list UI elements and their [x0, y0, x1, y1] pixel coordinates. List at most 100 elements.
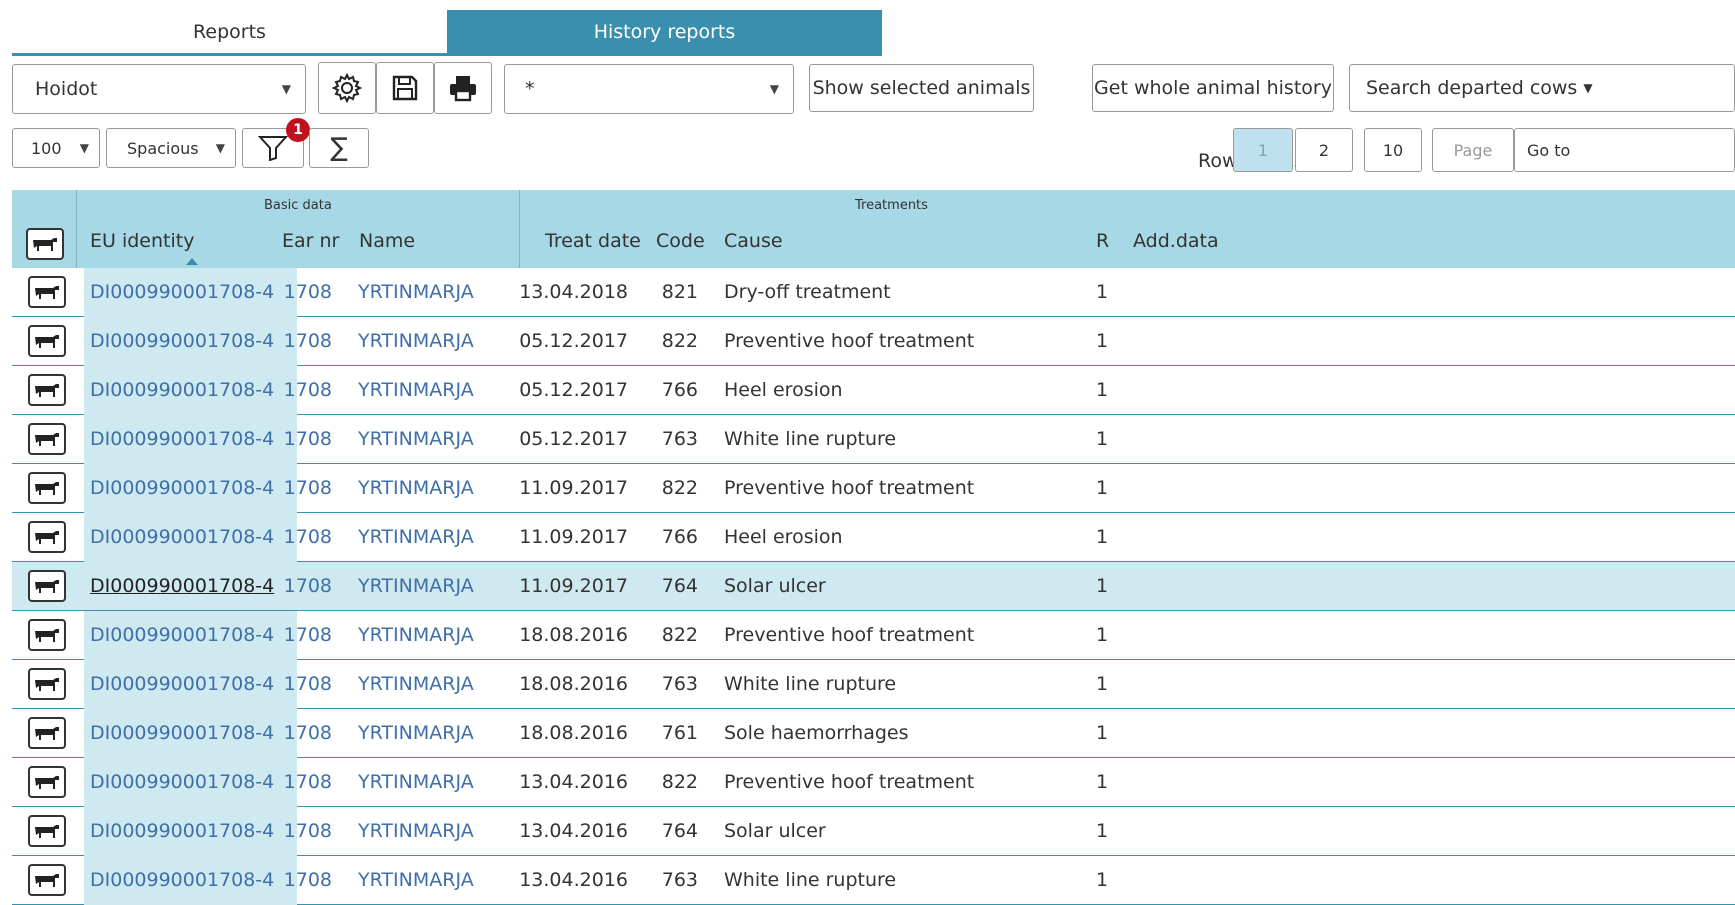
cell-code: 764 — [661, 575, 698, 597]
cell-ear-nr[interactable]: 1708 — [274, 758, 332, 806]
page-button-2[interactable]: 2 — [1295, 128, 1353, 172]
row-cow-button[interactable] — [28, 668, 66, 700]
column-cause[interactable]: Cause — [724, 230, 783, 252]
tab-reports[interactable]: Reports — [12, 10, 447, 53]
cell-eu-identity[interactable]: DI000990001708-4 — [90, 660, 274, 708]
density-select[interactable]: Spacious ▼ — [106, 128, 236, 168]
cell-name[interactable]: YRTINMARJA — [358, 562, 474, 610]
row-cow-button[interactable] — [28, 864, 66, 896]
cell-treat-date: 13.04.2018 — [519, 281, 628, 303]
column-add-data[interactable]: Add.data — [1133, 230, 1219, 252]
row-cow-button[interactable] — [28, 325, 66, 357]
table-row[interactable]: DI000990001708-4 1708 YRTINMARJA 05.12.2017… — [12, 415, 1735, 464]
print-button[interactable] — [434, 62, 492, 114]
page-number-input[interactable]: Page — [1432, 128, 1514, 172]
cell-name[interactable]: YRTINMARJA — [358, 856, 474, 904]
cell-ear-nr[interactable]: 1708 — [274, 562, 332, 610]
cell-eu-identity[interactable]: DI000990001708-4 — [90, 317, 274, 365]
get-whole-history-button[interactable]: Get whole animal history — [1092, 64, 1334, 112]
filter-count-badge: 1 — [286, 118, 310, 142]
cell-ear-nr[interactable]: 1708 — [274, 807, 332, 855]
page-size-select[interactable]: 100 ▼ — [12, 128, 100, 168]
cell-name[interactable]: YRTINMARJA — [358, 660, 474, 708]
table-row[interactable]: DI000990001708-4 1708 YRTINMARJA 18.08.2016… — [12, 660, 1735, 709]
sum-button[interactable]: ∑ — [309, 128, 369, 168]
cell-eu-identity[interactable]: DI000990001708-4 — [90, 562, 274, 610]
row-cow-button[interactable] — [28, 766, 66, 798]
cell-name[interactable]: YRTINMARJA — [358, 513, 474, 561]
cell-eu-identity[interactable]: DI000990001708-4 — [90, 611, 274, 659]
cell-eu-identity[interactable]: DI000990001708-4 — [90, 709, 274, 757]
cell-name[interactable]: YRTINMARJA — [358, 415, 474, 463]
row-cow-button[interactable] — [28, 570, 66, 602]
header-divider — [519, 190, 520, 268]
page-button-10[interactable]: 10 — [1364, 128, 1422, 172]
cell-name[interactable]: YRTINMARJA — [358, 366, 474, 414]
cell-ear-nr[interactable]: 1708 — [274, 611, 332, 659]
row-cow-button[interactable] — [28, 472, 66, 504]
cell-name[interactable]: YRTINMARJA — [358, 758, 474, 806]
column-eu-identity[interactable]: EU identity — [90, 230, 194, 252]
cell-eu-identity[interactable]: DI000990001708-4 — [90, 856, 274, 904]
cell-name[interactable]: YRTINMARJA — [358, 317, 474, 365]
table-row[interactable]: DI000990001708-4 1708 YRTINMARJA 13.04.2016… — [12, 856, 1735, 905]
column-r[interactable]: R — [1096, 230, 1109, 252]
column-treat-date[interactable]: Treat date — [545, 230, 641, 252]
table-row[interactable]: DI000990001708-4 1708 YRTINMARJA 13.04.2018… — [12, 268, 1735, 317]
cow-icon — [35, 874, 59, 887]
column-name[interactable]: Name — [359, 230, 415, 252]
cell-ear-nr[interactable]: 1708 — [274, 709, 332, 757]
cell-ear-nr[interactable]: 1708 — [274, 513, 332, 561]
cell-name[interactable]: YRTINMARJA — [358, 807, 474, 855]
cell-eu-identity[interactable]: DI000990001708-4 — [90, 513, 274, 561]
cell-name[interactable]: YRTINMARJA — [358, 611, 474, 659]
column-ear-nr[interactable]: Ear nr — [282, 230, 339, 252]
table-row[interactable]: DI000990001708-4 1708 YRTINMARJA 18.08.2016… — [12, 611, 1735, 660]
cell-eu-identity[interactable]: DI000990001708-4 — [90, 366, 274, 414]
cell-eu-identity[interactable]: DI000990001708-4 — [90, 464, 274, 512]
column-code[interactable]: Code — [656, 230, 705, 252]
save-button[interactable] — [376, 62, 434, 114]
table-row[interactable]: DI000990001708-4 1708 YRTINMARJA 13.04.2016… — [12, 807, 1735, 856]
table-row[interactable]: DI000990001708-4 1708 YRTINMARJA 18.08.2016… — [12, 709, 1735, 758]
row-cow-button[interactable] — [28, 423, 66, 455]
row-cow-button[interactable] — [28, 276, 66, 308]
cell-eu-identity[interactable]: DI000990001708-4 — [90, 268, 274, 316]
cell-ear-nr[interactable]: 1708 — [274, 856, 332, 904]
table-row[interactable]: DI000990001708-4 1708 YRTINMARJA 11.09.2017… — [12, 513, 1735, 562]
table-row[interactable]: DI000990001708-4 1708 YRTINMARJA 11.09.2017… — [12, 464, 1735, 513]
sigma-icon: ∑ — [330, 133, 348, 163]
cell-ear-nr[interactable]: 1708 — [274, 268, 332, 316]
row-cow-button[interactable] — [28, 619, 66, 651]
cell-ear-nr[interactable]: 1708 — [274, 415, 332, 463]
page-button-1[interactable]: 1 — [1233, 128, 1293, 172]
search-departed-cows-button[interactable]: Search departed cows ▼ — [1349, 64, 1735, 112]
cell-name[interactable]: YRTINMARJA — [358, 464, 474, 512]
cell-name[interactable]: YRTINMARJA — [358, 268, 474, 316]
cell-ear-nr[interactable]: 1708 — [274, 317, 332, 365]
settings-button[interactable] — [318, 62, 376, 114]
table-row[interactable]: DI000990001708-4 1708 YRTINMARJA 05.12.2017… — [12, 317, 1735, 366]
page-size-value: 100 — [31, 138, 62, 158]
cell-name[interactable]: YRTINMARJA — [358, 709, 474, 757]
animal-filter-select[interactable]: * ▼ — [504, 64, 794, 114]
cell-ear-nr[interactable]: 1708 — [274, 366, 332, 414]
table-row[interactable]: DI000990001708-4 1708 YRTINMARJA 11.09.2017… — [12, 562, 1735, 611]
table-row[interactable]: DI000990001708-4 1708 YRTINMARJA 05.12.2017… — [12, 366, 1735, 415]
cell-eu-identity[interactable]: DI000990001708-4 — [90, 758, 274, 806]
tab-history-reports[interactable]: History reports — [447, 10, 882, 53]
cell-cause: Preventive hoof treatment — [724, 330, 975, 352]
table-row[interactable]: DI000990001708-4 1708 YRTINMARJA 13.04.2016… — [12, 758, 1735, 807]
go-to-page-button[interactable]: Go to — [1514, 128, 1735, 172]
row-cow-button[interactable] — [28, 374, 66, 406]
report-type-select[interactable]: Hoidot ▼ — [12, 64, 306, 114]
cell-eu-identity[interactable]: DI000990001708-4 — [90, 415, 274, 463]
row-cow-button[interactable] — [28, 521, 66, 553]
select-all-cow-button[interactable] — [26, 228, 64, 260]
cell-eu-identity[interactable]: DI000990001708-4 — [90, 807, 274, 855]
row-cow-button[interactable] — [28, 717, 66, 749]
row-cow-button[interactable] — [28, 815, 66, 847]
show-selected-animals-button[interactable]: Show selected animals — [809, 64, 1034, 112]
cell-ear-nr[interactable]: 1708 — [274, 660, 332, 708]
cell-ear-nr[interactable]: 1708 — [274, 464, 332, 512]
